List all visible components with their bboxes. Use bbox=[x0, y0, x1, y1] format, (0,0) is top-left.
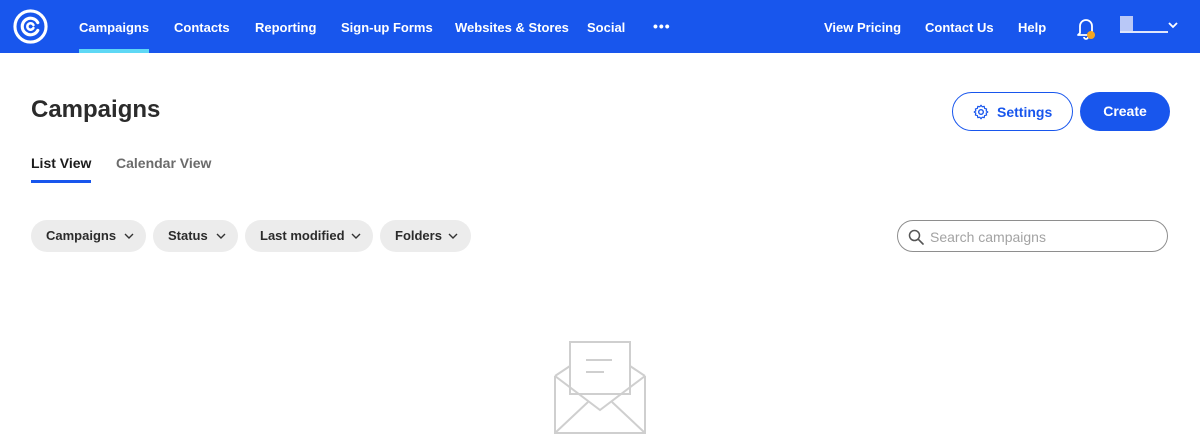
tab-list-view[interactable]: List View bbox=[31, 155, 92, 183]
filter-last-modified[interactable]: Last modified bbox=[245, 220, 373, 252]
chevron-down-icon bbox=[1168, 22, 1178, 29]
account-name-bar bbox=[1120, 31, 1168, 33]
notification-badge bbox=[1087, 31, 1095, 39]
nav-more-menu[interactable]: ••• bbox=[653, 18, 671, 34]
nav-item-reporting[interactable]: Reporting bbox=[255, 0, 316, 53]
nav-item-websites-stores[interactable]: Websites & Stores bbox=[455, 0, 569, 53]
brand-logo-icon[interactable] bbox=[13, 9, 48, 44]
nav-item-contacts[interactable]: Contacts bbox=[174, 0, 230, 53]
account-menu[interactable] bbox=[1120, 16, 1180, 38]
filter-campaigns[interactable]: Campaigns bbox=[31, 220, 146, 252]
nav-item-social[interactable]: Social bbox=[587, 0, 625, 53]
chevron-down-icon bbox=[448, 233, 458, 239]
page-title: Campaigns bbox=[31, 96, 161, 123]
nav-item-signup-forms[interactable]: Sign-up Forms bbox=[341, 0, 433, 53]
gear-icon bbox=[973, 104, 989, 120]
tab-calendar-view[interactable]: Calendar View bbox=[116, 155, 211, 171]
chevron-down-icon bbox=[124, 233, 134, 239]
top-nav-bar: Campaigns Contacts Reporting Sign-up For… bbox=[0, 0, 1200, 53]
settings-button[interactable]: Settings bbox=[952, 92, 1073, 131]
settings-button-label: Settings bbox=[997, 104, 1053, 120]
filter-last-modified-label: Last modified bbox=[260, 228, 345, 243]
nav-view-pricing[interactable]: View Pricing bbox=[824, 0, 901, 53]
filter-campaigns-label: Campaigns bbox=[46, 228, 117, 243]
nav-contact-us[interactable]: Contact Us bbox=[925, 0, 994, 53]
avatar bbox=[1120, 16, 1133, 32]
filter-status-label: Status bbox=[168, 228, 208, 243]
create-button[interactable]: Create bbox=[1080, 92, 1170, 131]
filter-status[interactable]: Status bbox=[153, 220, 238, 252]
chevron-down-icon bbox=[351, 233, 361, 239]
nav-item-campaigns[interactable]: Campaigns bbox=[79, 0, 150, 53]
search-box bbox=[897, 220, 1168, 252]
filter-folders[interactable]: Folders bbox=[380, 220, 471, 252]
search-icon bbox=[908, 229, 924, 245]
envelope-letter-icon bbox=[554, 341, 646, 434]
chevron-down-icon bbox=[216, 233, 226, 239]
filter-folders-label: Folders bbox=[395, 228, 442, 243]
search-input[interactable] bbox=[930, 227, 1160, 247]
nav-help[interactable]: Help bbox=[1018, 0, 1046, 53]
